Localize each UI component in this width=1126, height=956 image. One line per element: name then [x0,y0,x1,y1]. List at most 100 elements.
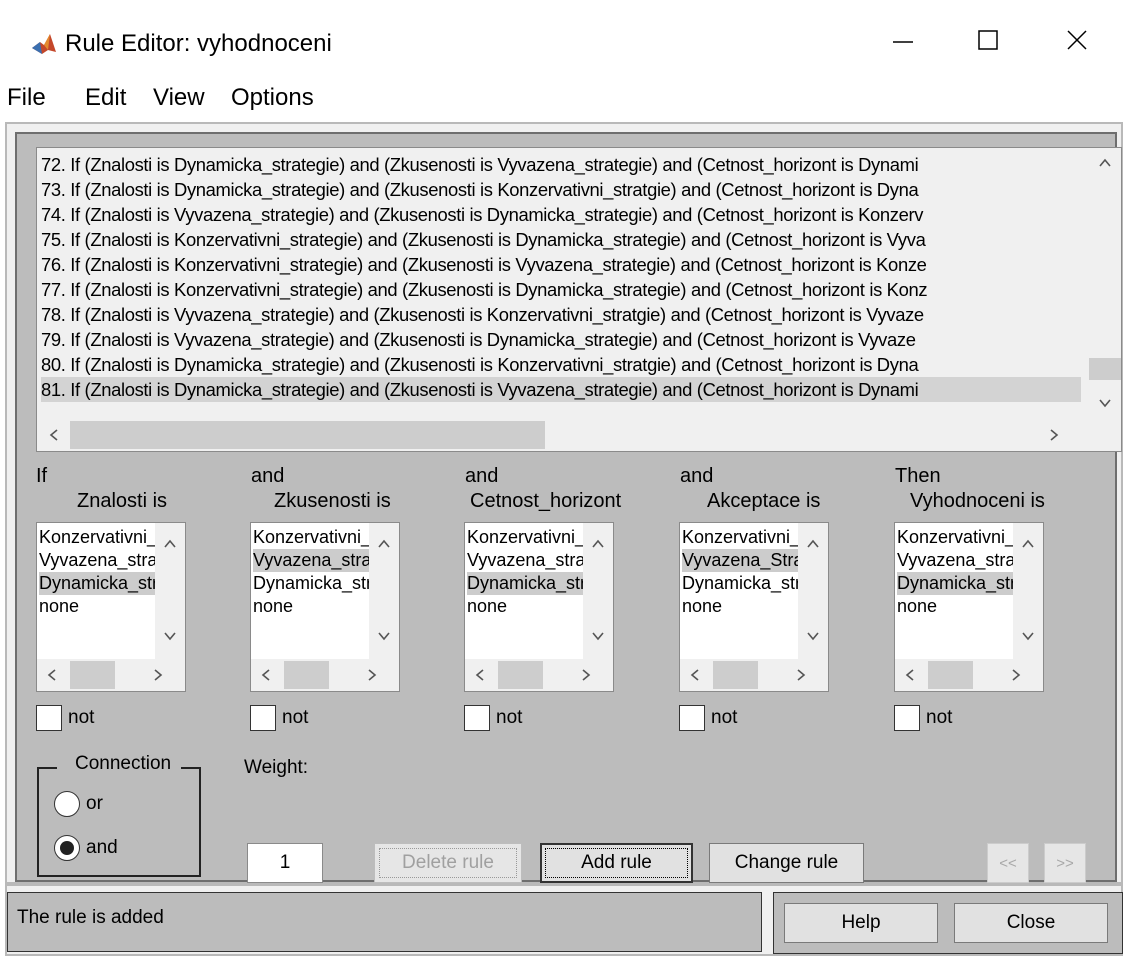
chevron-up-icon[interactable] [163,537,177,551]
listbox-hscroll[interactable] [465,659,613,691]
listbox-hscroll[interactable] [251,659,399,691]
rule-item[interactable]: 75. If (Znalosti is Konzervativni_strate… [41,227,1081,252]
menu-bar: File Edit View Options [0,78,1126,118]
chevron-up-icon[interactable] [377,537,391,551]
listbox-vscroll[interactable] [1013,523,1043,659]
listbox-hscroll-thumb[interactable] [928,661,973,689]
chevron-up-icon[interactable] [1098,156,1112,170]
listbox-vscroll[interactable] [583,523,613,659]
listbox-hscroll-thumb[interactable] [70,661,115,689]
rule-item[interactable]: 72. If (Znalosti is Dynamicka_strategie)… [41,152,1081,177]
not-checkbox-zkusenosti[interactable]: not [250,704,308,732]
listbox-hscroll-thumb[interactable] [498,661,543,689]
chevron-left-icon[interactable] [688,668,702,682]
col-prefix-then: Then [895,465,941,487]
chevron-down-icon[interactable] [591,629,605,643]
listbox-znalosti[interactable]: Konzervativni_s Vyvazena_strat Dynamicka… [36,522,186,692]
chevron-right-icon[interactable] [151,668,165,682]
listbox-vscroll[interactable] [369,523,399,659]
chevron-down-icon[interactable] [1021,629,1035,643]
chevron-left-icon[interactable] [47,428,61,442]
checkbox[interactable] [464,705,490,731]
checkbox[interactable] [36,705,62,731]
maximize-icon [978,30,998,50]
rule-item[interactable]: 74. If (Znalosti is Vyvazena_strategie) … [41,202,1081,227]
listbox-hscroll[interactable] [680,659,828,691]
not-checkbox-cetnost-horizont[interactable]: not [464,704,522,732]
bottom-bar: The rule is added Help Close [5,884,1123,956]
rule-list-hscroll-thumb[interactable] [70,421,545,449]
chevron-right-icon[interactable] [794,668,808,682]
menu-file[interactable]: File [7,84,46,112]
rule-list[interactable]: 72. If (Znalosti is Dynamicka_strategie)… [36,147,1122,452]
chevron-right-icon[interactable] [365,668,379,682]
chevron-left-icon[interactable] [473,668,487,682]
checkbox[interactable] [894,705,920,731]
listbox-hscroll[interactable] [895,659,1043,691]
rule-item[interactable]: 79. If (Znalosti is Vyvazena_strategie) … [41,327,1081,352]
connection-title: Connection [69,753,178,775]
rule-item-selected[interactable]: 81. If (Znalosti is Dynamicka_strategie)… [41,377,1081,402]
not-checkbox-vyhodnoceni[interactable]: not [894,704,952,732]
delete-rule-button[interactable]: Delete rule [374,843,522,883]
menu-options[interactable]: Options [231,84,314,112]
close-window-button[interactable] [1047,18,1107,62]
chevron-down-icon[interactable] [163,629,177,643]
not-checkbox-akceptace[interactable]: not [679,704,737,732]
col-prefix-if: If [36,465,48,487]
col-label-vyhodnoceni: Vyhodnoceni is [910,490,1045,512]
close-button[interactable]: Close [954,903,1108,943]
rule-list-vertical-scrollbar[interactable] [1089,148,1121,418]
listbox-vscroll[interactable] [798,523,828,659]
minimize-button[interactable] [873,18,933,62]
listbox-zkusenosti[interactable]: Konzervativni_s Vyvazena_strat Dynamicka… [250,522,400,692]
window-title: Rule Editor: vyhodnoceni [65,30,332,57]
rule-editor-panel: 72. If (Znalosti is Dynamicka_strategie)… [5,122,1123,884]
weight-label: Weight: [244,757,309,778]
menu-edit[interactable]: Edit [85,84,126,112]
listbox-hscroll-thumb[interactable] [713,661,758,689]
not-checkbox-znalosti[interactable]: not [36,704,94,732]
prev-rule-button[interactable]: << [987,843,1029,883]
maximize-button[interactable] [958,18,1018,62]
next-rule-button[interactable]: >> [1044,843,1086,883]
rule-list-vscroll-thumb[interactable] [1089,358,1121,380]
chevron-left-icon[interactable] [45,668,59,682]
chevron-right-icon[interactable] [1047,428,1061,442]
help-button[interactable]: Help [784,903,938,943]
chevron-down-icon[interactable] [806,629,820,643]
chevron-up-icon[interactable] [591,537,605,551]
weight-input[interactable]: 1 [247,843,323,883]
not-label: not [711,707,738,728]
chevron-left-icon[interactable] [259,668,273,682]
chevron-down-icon[interactable] [1098,396,1112,410]
listbox-hscroll-thumb[interactable] [284,661,329,689]
radio-button-selected[interactable] [54,835,80,861]
chevron-down-icon[interactable] [377,629,391,643]
chevron-right-icon[interactable] [1009,668,1023,682]
col-prefix-and: and [465,465,499,487]
checkbox[interactable] [250,705,276,731]
listbox-vyhodnoceni[interactable]: Konzervativni_s Vyvazena_strat Dynamicka… [894,522,1044,692]
radio-or[interactable]: or [54,791,103,817]
chevron-up-icon[interactable] [806,537,820,551]
add-rule-button[interactable]: Add rule [540,843,693,883]
rule-item[interactable]: 77. If (Znalosti is Konzervativni_strate… [41,277,1081,302]
rule-item[interactable]: 78. If (Znalosti is Vyvazena_strategie) … [41,302,1081,327]
rule-item[interactable]: 76. If (Znalosti is Konzervativni_strate… [41,252,1081,277]
radio-and[interactable]: and [54,835,118,861]
chevron-left-icon[interactable] [903,668,917,682]
menu-view[interactable]: View [153,84,205,112]
listbox-akceptace[interactable]: Konzervativni_s Vyvazena_Strat Dynamicka… [679,522,829,692]
radio-button[interactable] [54,791,80,817]
rule-item[interactable]: 73. If (Znalosti is Dynamicka_strategie)… [41,177,1081,202]
checkbox[interactable] [679,705,705,731]
change-rule-button[interactable]: Change rule [709,843,864,883]
rule-item[interactable]: 80. If (Znalosti is Dynamicka_strategie)… [41,352,1081,377]
listbox-hscroll[interactable] [37,659,185,691]
listbox-vscroll[interactable] [155,523,185,659]
chevron-right-icon[interactable] [579,668,593,682]
chevron-up-icon[interactable] [1021,537,1035,551]
rule-list-horizontal-scrollbar[interactable] [37,419,1091,451]
listbox-cetnost-horizont[interactable]: Konzervativni_s Vyvazena_strat Dynamicka… [464,522,614,692]
